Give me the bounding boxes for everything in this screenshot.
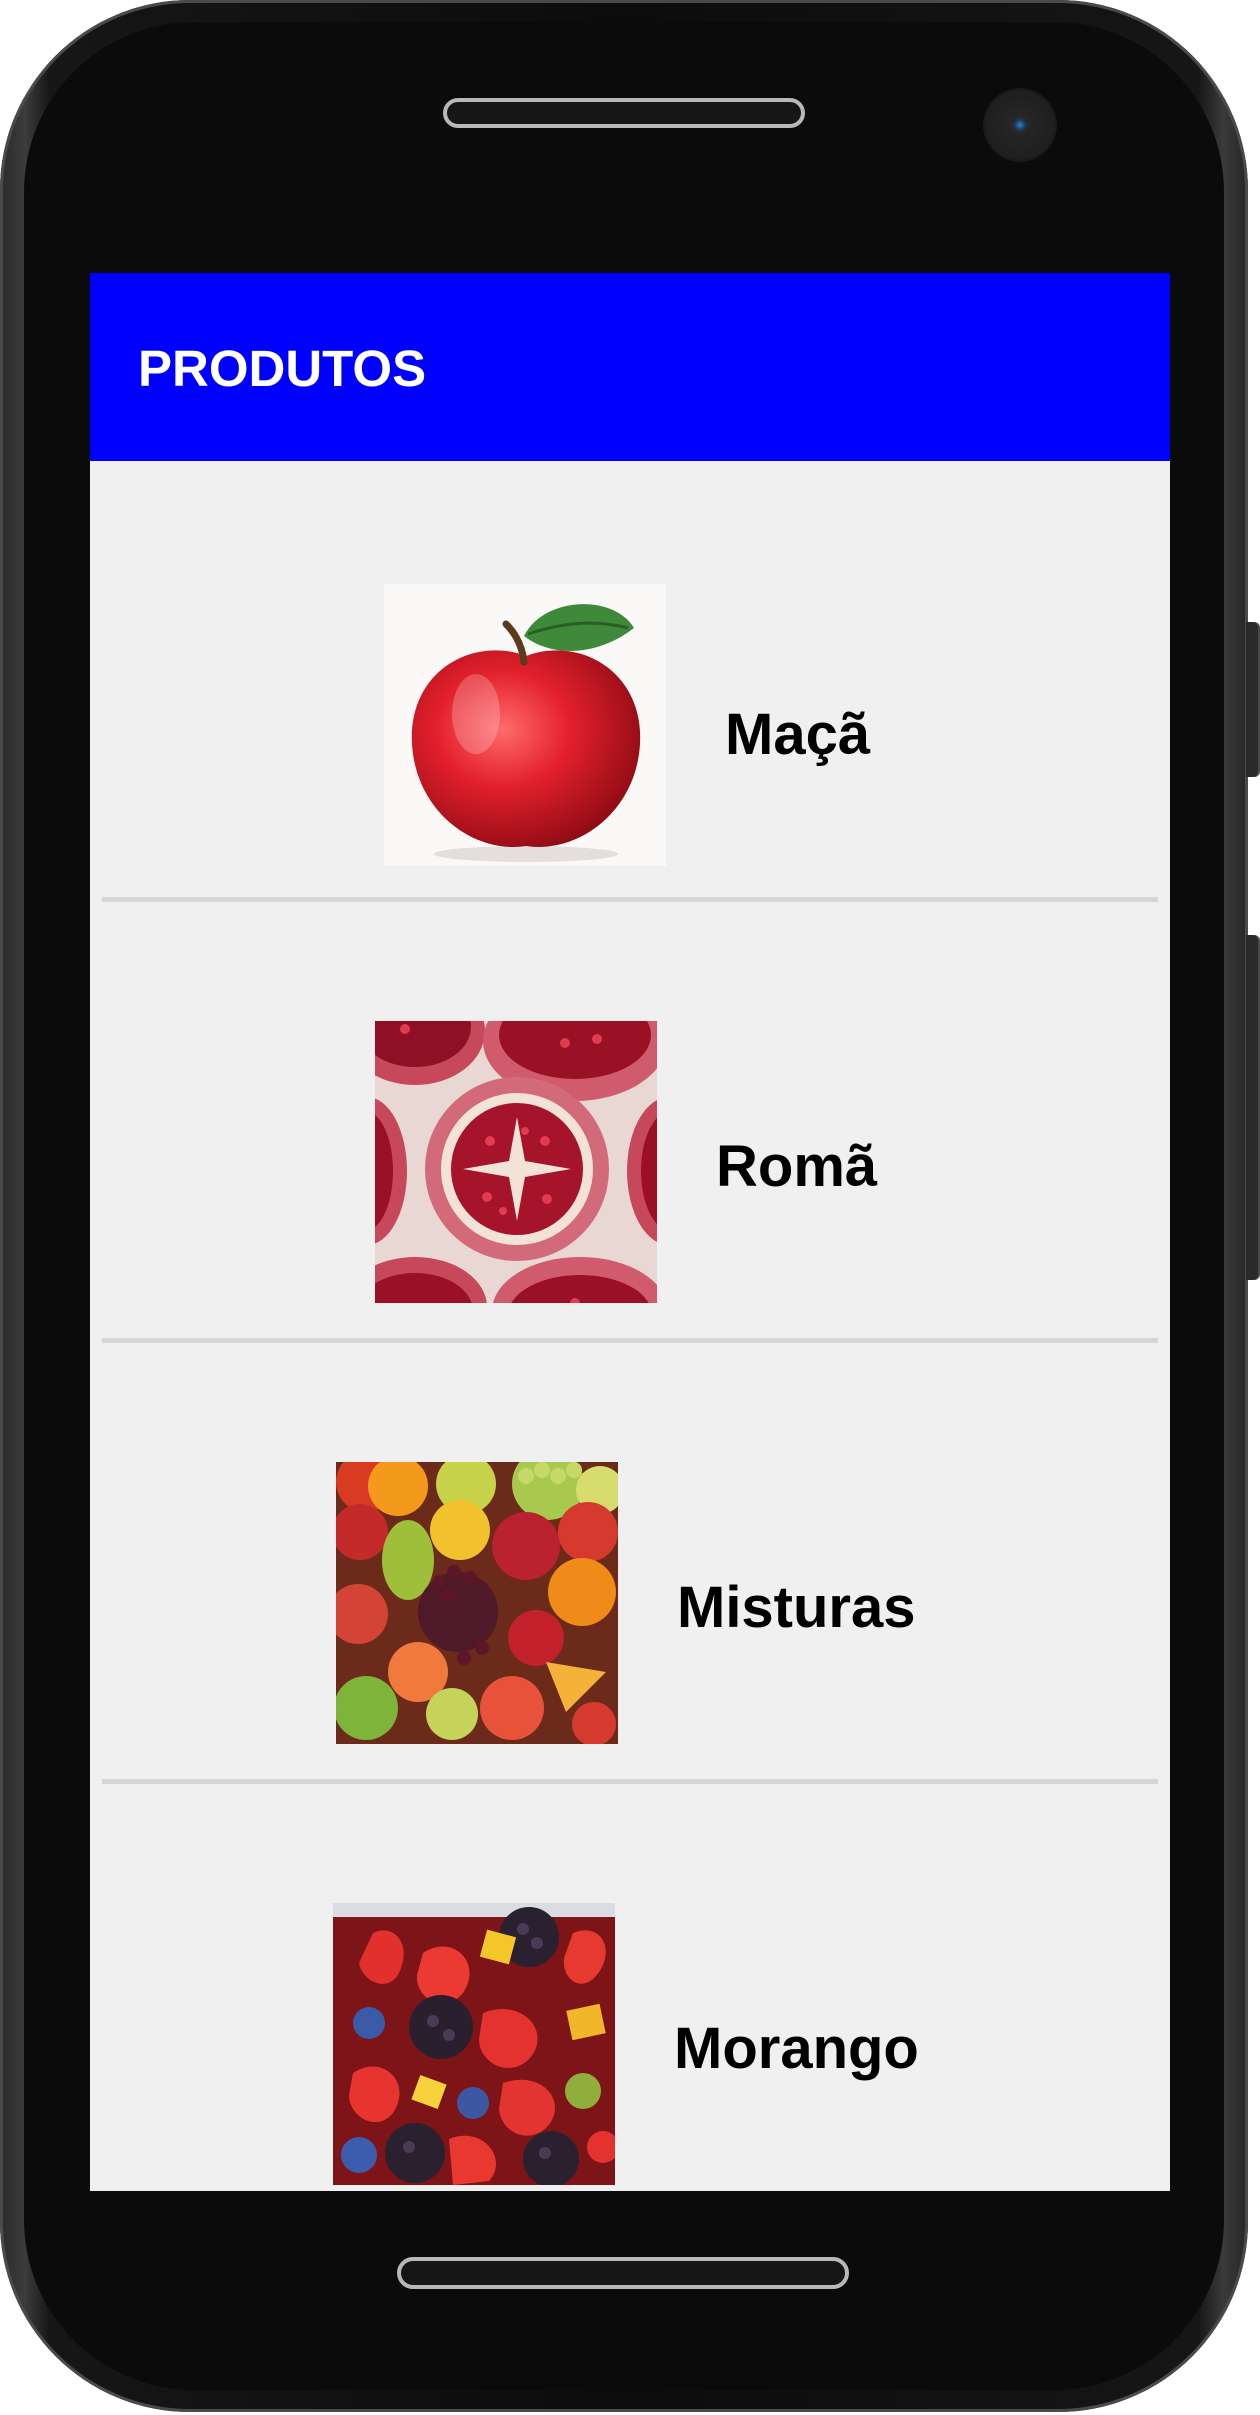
product-name: Morango — [674, 2016, 919, 2081]
app-screen: PRODUTOS Maçã Romã Misturas Morango — [90, 273, 1170, 2191]
front-camera-icon — [985, 90, 1055, 160]
list-item[interactable]: Romã — [102, 902, 1158, 1338]
strawberry-salad-image — [333, 1903, 615, 2185]
earpiece-speaker — [443, 98, 805, 128]
phone-frame: PRODUTOS Maçã Romã Misturas Morango — [0, 0, 1248, 2412]
home-bar[interactable] — [397, 2257, 849, 2289]
product-name: Romã — [716, 1134, 878, 1199]
list-item[interactable]: Maçã — [102, 461, 1158, 897]
mixed-fruits-image — [336, 1462, 618, 1744]
product-name: Maçã — [725, 702, 871, 767]
list-item[interactable]: Morango — [102, 1784, 1158, 2191]
pomegranate-image — [375, 1021, 657, 1303]
page-title: PRODUTOS — [138, 340, 427, 397]
power-button[interactable] — [1246, 622, 1260, 777]
list-item[interactable]: Misturas — [102, 1343, 1158, 1779]
product-name: Misturas — [677, 1575, 916, 1640]
volume-rocker[interactable] — [1246, 935, 1260, 1280]
apple-image — [384, 584, 666, 866]
app-bar: PRODUTOS — [90, 273, 1170, 461]
